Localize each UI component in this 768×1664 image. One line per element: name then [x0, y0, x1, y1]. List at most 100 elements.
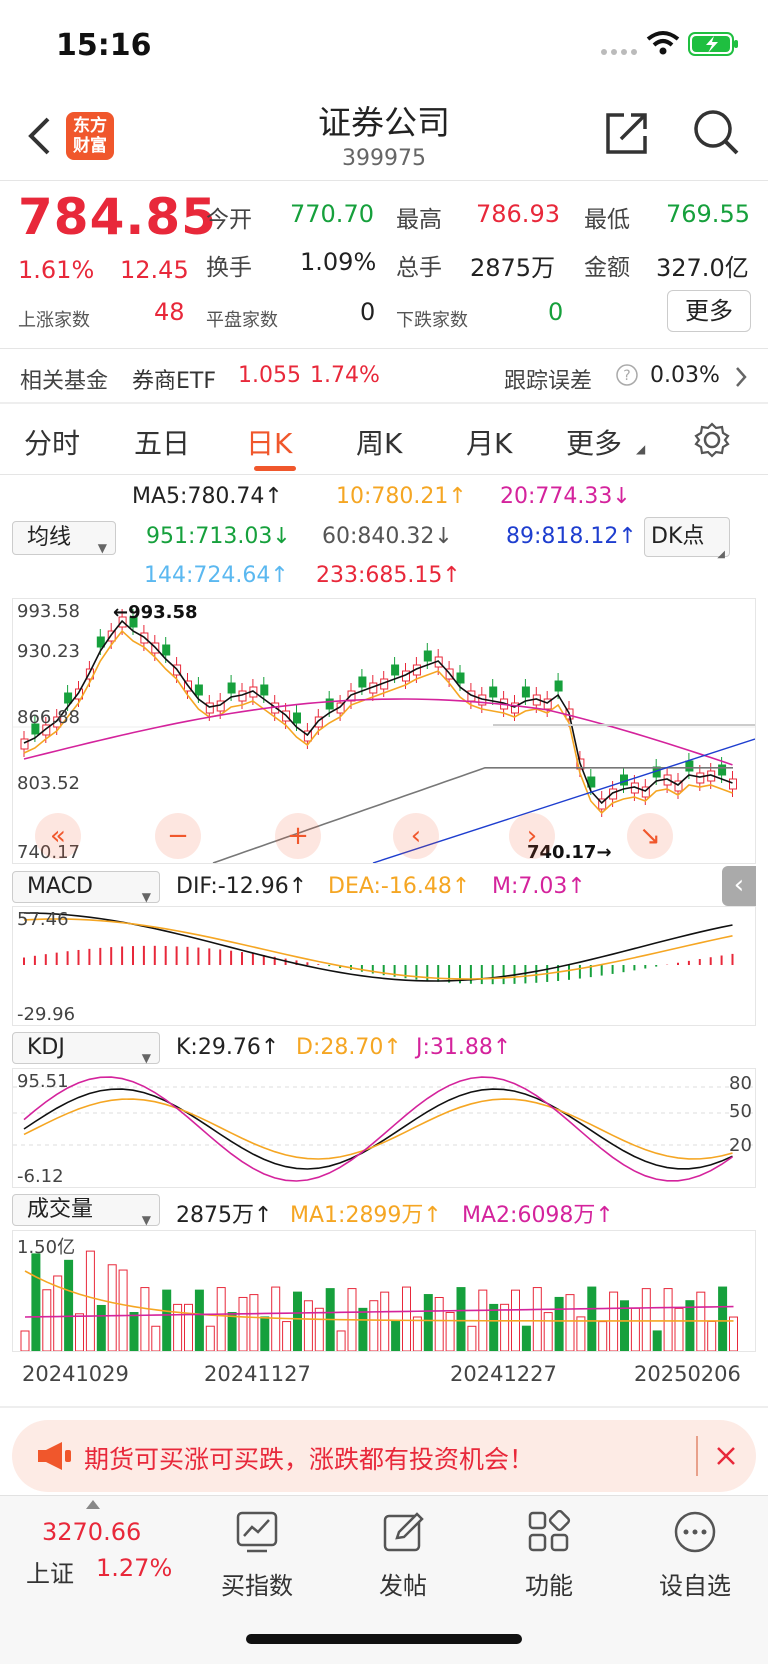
fund-price: 1.055	[238, 363, 301, 388]
chart-icon	[236, 1511, 278, 1553]
amount-label: 金额	[584, 255, 630, 281]
down-count-label: 下跌家数	[396, 310, 468, 331]
nav-watchlist[interactable]: 设自选	[640, 1506, 750, 1600]
volume-bar	[663, 1288, 673, 1351]
tab-five-day[interactable]: 五日	[134, 422, 190, 462]
battery-icon	[688, 32, 738, 56]
volume-bar	[500, 1303, 510, 1351]
kdj-y-bottom: -6.12	[17, 1166, 64, 1187]
search-icon[interactable]	[692, 108, 740, 156]
help-icon[interactable]: ?	[616, 364, 638, 386]
volume-bar	[641, 1288, 651, 1351]
macd-dea: DEA:-16.48↑	[328, 874, 471, 899]
fund-name[interactable]: 券商ETF	[132, 363, 216, 395]
volume-bar	[598, 1321, 608, 1351]
volume-bar	[42, 1289, 52, 1351]
volume-bar	[532, 1287, 542, 1351]
banner-text: 期货可买涨可买跌，涨跌都有投资机会！	[84, 1445, 535, 1474]
volume-bar	[184, 1303, 193, 1351]
volume-label: 总手	[396, 255, 442, 281]
more-button[interactable]: 更多	[667, 290, 751, 332]
ma10-line	[23, 629, 733, 815]
kdj-selector[interactable]: KDJ ▼	[12, 1032, 160, 1065]
nav-post-label: 发帖	[379, 1572, 427, 1600]
ma144-legend: 144:724.64↑	[144, 563, 289, 588]
volume-bar	[587, 1286, 597, 1351]
tab-daily-k[interactable]: 日K	[246, 422, 292, 462]
candle-body	[391, 664, 400, 676]
tab-monthly-k[interactable]: 月K	[466, 422, 512, 462]
tab-intraday[interactable]: 分时	[24, 422, 80, 462]
volume-ma2: MA2:6098万↑	[462, 1203, 614, 1228]
tracking-error-label: 跟踪误差	[504, 369, 593, 394]
close-icon[interactable]	[714, 1444, 738, 1468]
kdj-ref-label: 80	[729, 1073, 752, 1094]
related-fund-row[interactable]: 相关基金 券商ETF 1.055 1.74% 跟踪误差 ? 0.03%	[0, 350, 768, 402]
volume-bar	[707, 1320, 717, 1351]
date-label: 20250206	[634, 1362, 741, 1386]
ma89-legend: 89:818.12↑	[506, 524, 637, 549]
collapse-panel-button[interactable]: ‹	[722, 866, 756, 906]
volume-bar	[336, 1330, 346, 1351]
zoom-out-button[interactable]: −	[155, 813, 201, 859]
macd-chart[interactable]: 57.46 -29.96	[12, 906, 756, 1026]
candle-body	[456, 672, 465, 684]
candle-body	[293, 712, 301, 724]
macd-selector-label: MACD	[27, 874, 93, 899]
volume-selector[interactable]: 成交量 ▼	[12, 1194, 160, 1227]
kdj-chart[interactable]: 95.51 -6.12 80 50 20	[12, 1068, 756, 1188]
nav-buy-index[interactable]: 买指数	[202, 1506, 312, 1600]
step-left-button[interactable]: ‹	[393, 813, 439, 859]
index-pct[interactable]: 1.27%	[96, 1554, 172, 1582]
caret-icon: ◢	[717, 549, 725, 560]
tab-weekly-k[interactable]: 周K	[356, 422, 402, 462]
volume-selector-label: 成交量	[27, 1197, 94, 1222]
ma-selector[interactable]: 均线 ▼	[12, 521, 116, 555]
high-marker: ←993.58	[113, 602, 198, 623]
home-indicator	[246, 1634, 522, 1644]
current-price: 784.85	[18, 188, 217, 246]
volume-bar	[565, 1294, 575, 1351]
kdj-plot	[13, 1076, 755, 1182]
volume-bar	[467, 1325, 477, 1351]
volume-bar	[423, 1294, 433, 1351]
volume-bar	[380, 1291, 390, 1351]
volume-bar	[129, 1312, 139, 1351]
divider	[0, 348, 768, 349]
kline-y-label: 993.58	[17, 601, 80, 622]
macd-selector[interactable]: MACD ▼	[12, 871, 160, 904]
kdj-d-line	[23, 1098, 733, 1160]
macd-dea-line	[23, 918, 733, 980]
expand-arrow-icon[interactable]	[86, 1500, 100, 1509]
candle-body	[685, 760, 694, 772]
index-value[interactable]: 3270.66	[42, 1518, 141, 1546]
tracking-error-value: 0.03%	[650, 363, 720, 388]
tab-more[interactable]: 更多	[566, 422, 622, 462]
nav-post[interactable]: 发帖	[348, 1506, 458, 1600]
high-value: 786.93	[476, 200, 560, 228]
share-icon[interactable]	[604, 110, 650, 156]
candle-body	[489, 686, 498, 698]
promo-banner[interactable]: 期货可买涨可买跌，涨跌都有投资机会！	[12, 1420, 756, 1492]
volume-bar	[238, 1296, 248, 1351]
dk-point-button[interactable]: DK点 ◢	[644, 517, 730, 560]
low-value: 769.55	[666, 200, 750, 228]
volume-bar	[293, 1291, 302, 1351]
step-right-button[interactable]: ›	[509, 813, 555, 859]
candle-body	[554, 680, 563, 692]
volume-chart[interactable]: 1.50亿	[12, 1230, 756, 1352]
nav-functions[interactable]: 功能	[494, 1506, 604, 1600]
kline-chart[interactable]: 993.58 930.23 866.88 803.52 740.17 ←993.…	[12, 598, 756, 864]
divider	[0, 474, 768, 475]
volume-bar	[227, 1312, 237, 1351]
ma951-legend: 951:713.03↓	[146, 524, 291, 549]
index-name[interactable]: 上证	[26, 1554, 74, 1589]
candle-body	[729, 778, 737, 790]
scroll-left-button[interactable]: «	[35, 813, 81, 859]
candle-body	[20, 738, 29, 750]
wifi-icon	[646, 31, 680, 55]
settings-icon[interactable]	[694, 422, 730, 458]
scroll-right-button[interactable]: ↘	[627, 813, 673, 859]
volume-bar	[64, 1259, 74, 1351]
zoom-in-button[interactable]: +	[275, 813, 321, 859]
